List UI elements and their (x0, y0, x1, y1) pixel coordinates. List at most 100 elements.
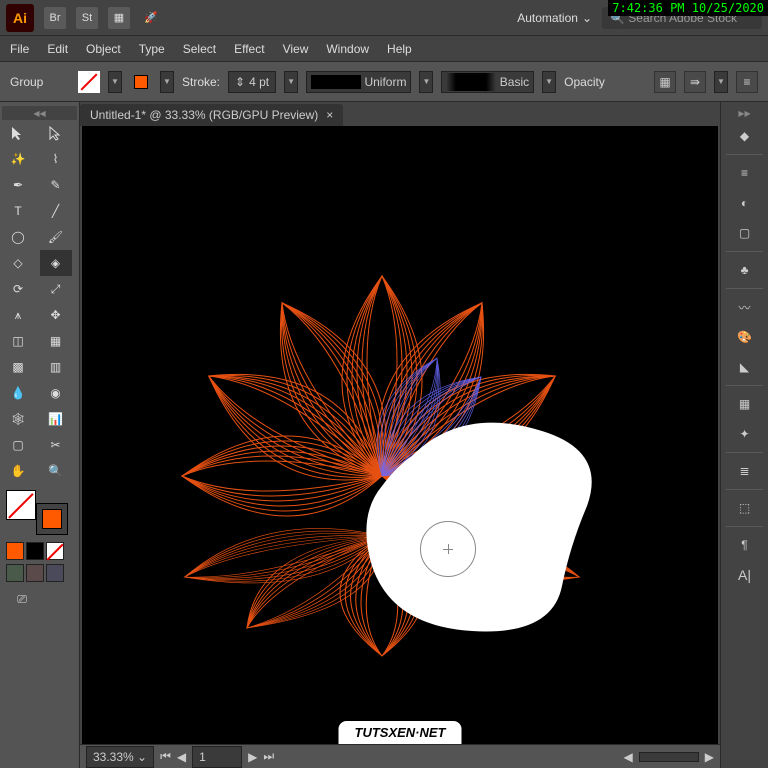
isolate-group-icon[interactable]: ▦ (654, 71, 676, 93)
transparency-panel-icon[interactable]: ▢ (731, 219, 759, 247)
gradient-panel-icon[interactable]: ◐ (731, 189, 759, 217)
menu-help[interactable]: Help (387, 42, 412, 56)
shaper-tool[interactable]: ◇ (2, 250, 34, 276)
screen-mode-icon[interactable]: ⎚ (6, 586, 38, 612)
stroke-label: Stroke: (182, 75, 220, 89)
hand-tool[interactable]: ✋ (2, 458, 34, 484)
zoom-tool[interactable]: 🔍 (40, 458, 72, 484)
document-tab[interactable]: Untitled-1* @ 33.33% (RGB/GPU Preview) × (80, 104, 343, 126)
artboard-nav-last-icon[interactable]: ⏭ (263, 749, 274, 764)
artboard-number[interactable]: 1 (192, 746, 242, 768)
workspace-switcher[interactable]: Automation ⌄ (517, 11, 592, 25)
align-icon[interactable]: ⇛ (684, 71, 706, 93)
pathfinder-panel-icon[interactable]: ◣ (731, 353, 759, 381)
canvas[interactable]: TUTSXEN·NET (82, 126, 718, 744)
rotate-tool[interactable]: ⟳ (2, 276, 34, 302)
swatch-none[interactable] (46, 542, 64, 560)
page-value: 1 (199, 750, 206, 764)
stock-icon[interactable]: St (76, 7, 98, 29)
right-collapse[interactable]: ▶▶ (721, 106, 768, 120)
menu-effect[interactable]: Effect (234, 42, 264, 56)
symbol-sprayer-tool[interactable]: 🕸 (2, 406, 34, 432)
type-tool[interactable]: T (2, 198, 34, 224)
fill-indicator[interactable] (6, 490, 36, 520)
menu-type[interactable]: Type (139, 42, 165, 56)
draw-inside-icon[interactable] (46, 564, 64, 582)
gpu-icon[interactable]: 🚀 (140, 7, 162, 29)
graphic-styles-panel-icon[interactable]: ✦ (731, 420, 759, 448)
workspace-label: Automation (517, 11, 578, 25)
brush-dropdown[interactable]: ▼ (542, 71, 556, 93)
scale-tool[interactable]: ⤢ (40, 276, 72, 302)
stroke-dropdown[interactable]: ▼ (160, 71, 174, 93)
swatch-orange[interactable] (6, 542, 24, 560)
menu-object[interactable]: Object (86, 42, 121, 56)
direct-selection-tool[interactable] (40, 120, 72, 146)
menu-window[interactable]: Window (326, 42, 369, 56)
align-dropdown[interactable]: ▼ (714, 71, 728, 93)
menu-select[interactable]: Select (183, 42, 216, 56)
tools-collapse[interactable]: ◀◀ (2, 106, 77, 120)
arrange-icon[interactable]: ▦ (108, 7, 130, 29)
perspective-tool[interactable]: ▦ (40, 328, 72, 354)
blend-tool[interactable]: ◉ (40, 380, 72, 406)
artboard-nav-first-icon[interactable]: ⏮ (160, 749, 171, 764)
width-tool[interactable]: ⩚ (2, 302, 34, 328)
artboard-nav-next-icon[interactable]: ▶ (248, 750, 257, 764)
pen-tool[interactable]: ✒ (2, 172, 34, 198)
align-panel-icon[interactable]: ≣ (731, 457, 759, 485)
slice-tool[interactable]: ✂ (40, 432, 72, 458)
appearance-panel-icon[interactable]: ▦ (731, 390, 759, 418)
line-tool[interactable]: ╱ (40, 198, 72, 224)
brushes-panel-icon[interactable]: 〰 (731, 293, 759, 321)
variable-width-profile[interactable]: Uniform (306, 71, 411, 93)
eraser-tool[interactable]: ◈ (40, 250, 72, 276)
fill-dropdown[interactable]: ▼ (108, 71, 122, 93)
zoom-value: 33.33% (93, 750, 134, 764)
symbols-panel-icon[interactable]: ♣ (731, 256, 759, 284)
ellipse-tool[interactable]: ◯ (2, 224, 34, 250)
shape-builder-tool[interactable]: ◫ (2, 328, 34, 354)
zoom-level[interactable]: 33.33% ⌄ (86, 746, 154, 768)
horizontal-scrollbar[interactable] (639, 752, 699, 762)
stroke-weight-dropdown[interactable]: ▼ (284, 71, 298, 93)
stroke-panel-icon[interactable]: ≡ (731, 159, 759, 187)
brush-label: Basic (500, 75, 529, 89)
paragraph-panel-icon[interactable]: A| (731, 561, 759, 589)
stroke-weight-input[interactable]: ⇕4 pt (228, 71, 276, 93)
close-tab-icon[interactable]: × (326, 108, 333, 122)
gradient-tool[interactable]: ▥ (40, 354, 72, 380)
swatch-black[interactable] (26, 542, 44, 560)
selection-tool[interactable] (2, 120, 34, 146)
artboard-tool[interactable]: ▢ (2, 432, 34, 458)
profile-dropdown[interactable]: ▼ (419, 71, 433, 93)
stroke-indicator[interactable] (37, 504, 67, 534)
fill-color-swatch[interactable] (78, 71, 100, 93)
menu-view[interactable]: View (283, 42, 309, 56)
swatches-panel-icon[interactable]: 🎨 (731, 323, 759, 351)
menu-file[interactable]: File (10, 42, 29, 56)
scroll-right-icon[interactable]: ▶ (705, 750, 714, 764)
layers-panel-icon[interactable]: ◆ (731, 122, 759, 150)
free-transform-tool[interactable]: ✥ (40, 302, 72, 328)
character-panel-icon[interactable]: ¶ (731, 531, 759, 559)
magic-wand-tool[interactable]: ✨ (2, 146, 34, 172)
transform-panel-icon[interactable]: ⬚ (731, 494, 759, 522)
draw-normal-icon[interactable] (6, 564, 24, 582)
curvature-tool[interactable]: ✎ (40, 172, 72, 198)
menu-edit[interactable]: Edit (47, 42, 68, 56)
lasso-tool[interactable]: ⌇ (40, 146, 72, 172)
fill-stroke-swap[interactable] (6, 490, 73, 534)
scroll-left-icon[interactable]: ◀ (624, 750, 633, 764)
erased-blob (352, 416, 612, 646)
bridge-icon[interactable]: Br (44, 7, 66, 29)
graph-tool[interactable]: 📊 (40, 406, 72, 432)
brush-definition[interactable]: Basic (441, 71, 534, 93)
stroke-color-swatch[interactable] (130, 71, 152, 93)
artboard-nav-prev-icon[interactable]: ◀ (177, 750, 186, 764)
panel-menu-icon[interactable]: ≡ (736, 71, 758, 93)
draw-behind-icon[interactable] (26, 564, 44, 582)
mesh-tool[interactable]: ▩ (2, 354, 34, 380)
paintbrush-tool[interactable]: 🖌 (40, 224, 72, 250)
eyedropper-tool[interactable]: 💧 (2, 380, 34, 406)
